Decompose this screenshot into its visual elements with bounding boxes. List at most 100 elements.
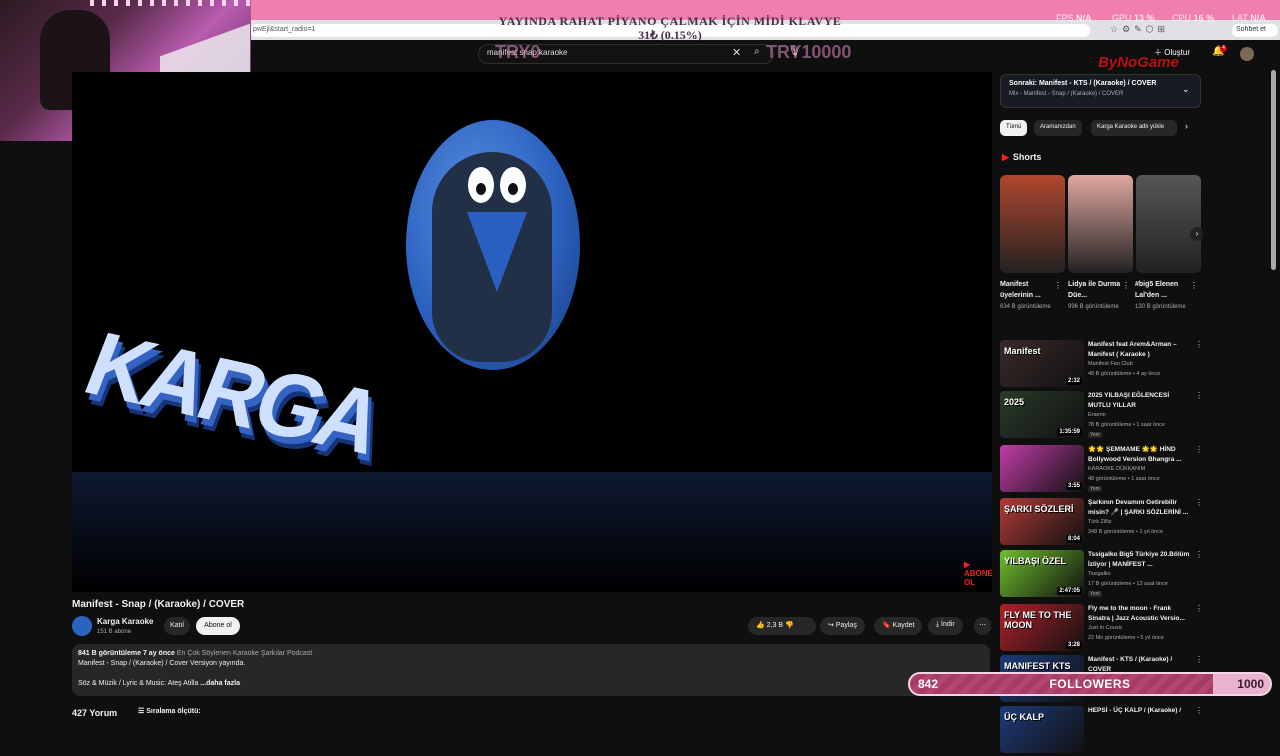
- like-icon[interactable]: 👍: [756, 622, 765, 629]
- recommendation-title[interactable]: Şarkının Devamını Getirebilir misin? 🎤 |…: [1088, 498, 1190, 518]
- chip-all[interactable]: Tümü: [1000, 120, 1028, 136]
- save-button[interactable]: 🔖 Kaydet: [874, 617, 923, 635]
- more-actions-icon[interactable]: ⋯: [974, 617, 991, 635]
- share-label: Paylaş: [835, 622, 857, 629]
- recommendation-channel[interactable]: Eraenn: [1088, 412, 1106, 418]
- shorts-next-icon[interactable]: ›: [1190, 227, 1204, 241]
- recommendation-thumbnail[interactable]: ÜÇ KALP: [1000, 706, 1084, 753]
- recommendation-item[interactable]: ÜÇ KALP HEPSİ - ÜÇ KALP / (Karaoke) / ⋮: [1000, 706, 1203, 756]
- sort-icon: ☰: [138, 708, 147, 715]
- short-title[interactable]: Lidya ile Durma Düe...: [1068, 279, 1122, 301]
- save-label: Kaydet: [892, 622, 915, 629]
- fps-stat: FPS N/A: [1056, 13, 1092, 23]
- show-more-link[interactable]: ...daha fazla: [200, 680, 240, 687]
- karga-letters: KARGA: [72, 312, 395, 473]
- short-title[interactable]: #big5 Elenen Lal'den ...: [1135, 279, 1189, 301]
- avatar[interactable]: [1240, 47, 1254, 61]
- recommendation-title[interactable]: Tssigalko Big5 Türkiye 20.Bölüm İzliyor …: [1088, 550, 1190, 570]
- chip-channel[interactable]: Karga Karaoke adlı yükle: [1091, 120, 1177, 136]
- like-dislike-group[interactable]: 👍 2,3 B 👎: [748, 617, 816, 635]
- sohbet-button[interactable]: Sohbet et: [1232, 24, 1278, 37]
- video-player[interactable]: KARGA ▶ ABONE OL: [72, 72, 992, 592]
- recommendation-item[interactable]: 2025 1:35:59 2025 YILBAŞI EĞLENCESİ MUTLU …: [1000, 391, 1203, 441]
- recommendation-thumbnail[interactable]: FLY ME TO THE MOON 3:28: [1000, 604, 1084, 651]
- new-badge: Yeni: [1088, 486, 1102, 492]
- new-badge: Yeni: [1088, 591, 1102, 597]
- chip-from-search[interactable]: Aramanızdan: [1034, 120, 1082, 136]
- recommendation-channel[interactable]: KARAOKE DÜKKANIM: [1088, 466, 1145, 472]
- more-vert-icon[interactable]: ⋮: [1195, 706, 1203, 715]
- thumbnail-text: Manifest: [1004, 346, 1041, 356]
- short-thumbnail-3[interactable]: [1136, 175, 1201, 273]
- autoplay-next-panel[interactable]: Sonraki: Manifest - KTS / (Karaoke) / CO…: [1000, 74, 1201, 108]
- promo-line-2: 31₺ (0.15%): [638, 28, 702, 42]
- recommendation-title[interactable]: HEPSİ - ÜÇ KALP / (Karaoke) /: [1088, 706, 1190, 716]
- recommendation-thumbnail[interactable]: YILBAŞI ÖZEL 2:47:05: [1000, 550, 1084, 597]
- more-vert-icon[interactable]: ⋮: [1190, 281, 1198, 290]
- download-button[interactable]: ⤓ İndir: [928, 617, 963, 635]
- recommendation-channel[interactable]: Manifest Fan Club: [1088, 361, 1133, 367]
- clear-search-icon[interactable]: ✕: [732, 46, 741, 59]
- channel-name[interactable]: Karga Karaoke: [97, 617, 153, 626]
- description-line-1: Manifest - Snap / (Karaoke) / Cover Vers…: [78, 660, 246, 667]
- join-button[interactable]: Katıl: [164, 617, 190, 635]
- recommendation-channel[interactable]: Türk Zilliz: [1088, 519, 1112, 525]
- recommendation-item[interactable]: YILBAŞI ÖZEL 2:47:05 Tssigalko Big5 Türkiy…: [1000, 550, 1203, 600]
- more-vert-icon[interactable]: ⋮: [1195, 498, 1203, 507]
- recommendation-title[interactable]: Fly me to the moon - Frank Sinatra | Jaz…: [1088, 604, 1190, 624]
- more-vert-icon[interactable]: ⋮: [1195, 445, 1203, 454]
- more-vert-icon[interactable]: ⋮: [1195, 550, 1203, 559]
- recommendation-item[interactable]: Manifest 2:32 Manifest feat Arem&Arman – M…: [1000, 340, 1203, 390]
- recommendation-item[interactable]: 3:55 🌟🌟 ŞEMMAME 🌟🌟 HİND Bollywood Version…: [1000, 445, 1203, 495]
- description-tags[interactable]: En Çok Söylenen Karaoke Şarkılar Podcast: [177, 650, 312, 657]
- duration-badge: 3:28: [1065, 641, 1082, 649]
- channel-avatar[interactable]: [72, 616, 92, 636]
- short-thumbnail-1[interactable]: [1000, 175, 1065, 273]
- more-vert-icon[interactable]: ⋮: [1122, 281, 1130, 290]
- share-button[interactable]: ↪ Paylaş: [820, 617, 865, 635]
- description-box[interactable]: 841 B görüntüleme 7 ay önce En Çok Söyle…: [72, 644, 990, 696]
- recommendation-channel[interactable]: Just In Cousic: [1088, 625, 1123, 631]
- recommendation-thumbnail[interactable]: ŞARKI SÖZLERİ 8:04: [1000, 498, 1084, 545]
- cpu-stat: CPU 16 %: [1172, 13, 1215, 23]
- floor-reflection: [72, 472, 992, 592]
- subscribe-button[interactable]: Abone ol: [196, 617, 240, 635]
- recommendation-thumbnail[interactable]: 2025 1:35:59: [1000, 391, 1084, 438]
- more-vert-icon[interactable]: ⋮: [1054, 281, 1062, 290]
- chevron-down-icon[interactable]: ⌄: [1182, 84, 1190, 95]
- recommendation-title[interactable]: Manifest feat Arem&Arman – Manifest ( Ka…: [1088, 340, 1190, 360]
- more-vert-icon[interactable]: ⋮: [1195, 655, 1203, 664]
- chevron-right-icon[interactable]: ›: [1185, 121, 1188, 131]
- shorts-header: ▶ Shorts: [1002, 152, 1042, 162]
- search-icon[interactable]: ⌕: [754, 46, 760, 57]
- recommendation-channel[interactable]: Tssigalko: [1088, 571, 1111, 577]
- fairy-lights: [90, 0, 250, 6]
- duration-badge: 3:55: [1065, 482, 1082, 490]
- notification-badge: 4: [1220, 45, 1227, 52]
- followers-goal-bar: 842 FOLLOWERS 1000: [908, 672, 1272, 696]
- more-vert-icon[interactable]: ⋮: [1195, 340, 1203, 349]
- more-vert-icon[interactable]: ⋮: [1195, 391, 1203, 400]
- recommendation-thumbnail[interactable]: Manifest 2:32: [1000, 340, 1084, 387]
- new-badge: Yeni: [1088, 432, 1102, 438]
- short-views: 996 B görüntüleme: [1068, 304, 1119, 310]
- recommendation-title[interactable]: 🌟🌟 ŞEMMAME 🌟🌟 HİND Bollywood Version Bha…: [1088, 445, 1190, 465]
- gpu-stat: GPU 13 %: [1112, 13, 1155, 23]
- scrollbar[interactable]: [1271, 70, 1276, 270]
- recommendation-title[interactable]: 2025 YILBAŞI EĞLENCESİ MUTLU YILLAR: [1088, 391, 1190, 411]
- dislike-icon[interactable]: 👎: [785, 622, 794, 629]
- short-thumbnail-2[interactable]: [1068, 175, 1133, 273]
- subscribe-watermark[interactable]: ▶ ABONE OL: [964, 560, 992, 587]
- thumbnail-text: MANIFEST KTS: [1004, 661, 1071, 671]
- sort-button[interactable]: ☰ Sıralama ölçütü:: [138, 707, 201, 715]
- recommendation-item[interactable]: FLY ME TO THE MOON 3:28 Fly me to the moon…: [1000, 604, 1203, 654]
- recommendation-thumbnail[interactable]: 3:55: [1000, 445, 1084, 492]
- thumbnail-text: 2025: [1004, 397, 1025, 407]
- followers-current: 842: [918, 677, 939, 691]
- more-vert-icon[interactable]: ⋮: [1195, 604, 1203, 613]
- thumbnail-text: FLY ME TO THE MOON: [1004, 610, 1072, 630]
- browser-extension-icons[interactable]: ☆⚙✎⬡⊞: [1110, 24, 1169, 37]
- followers-goal: 1000: [1237, 677, 1264, 691]
- recommendation-item[interactable]: ŞARKI SÖZLERİ 8:04 Şarkının Devamını Getir…: [1000, 498, 1203, 548]
- short-title[interactable]: Manifest üyelerinin ...: [1000, 279, 1054, 301]
